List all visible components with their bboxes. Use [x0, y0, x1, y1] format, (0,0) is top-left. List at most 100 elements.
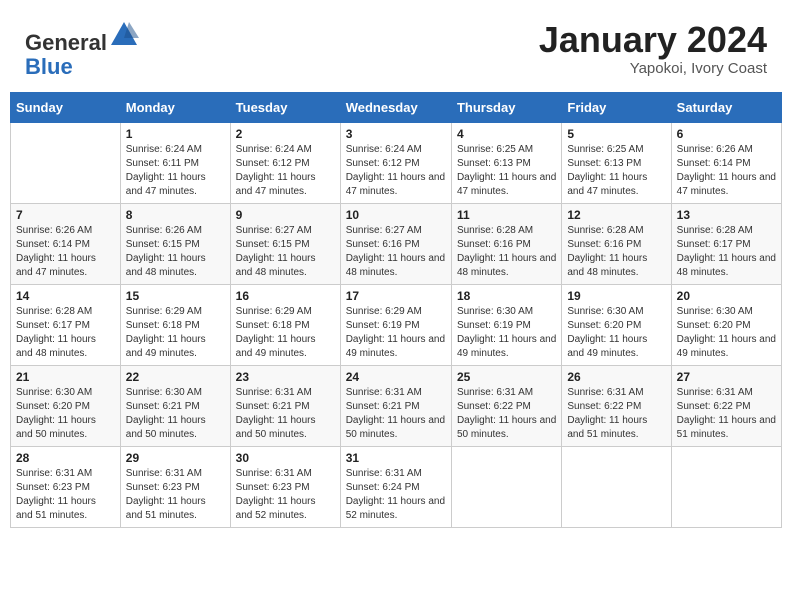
day-number: 2: [236, 127, 335, 141]
day-info: Sunrise: 6:31 AMSunset: 6:22 PMDaylight:…: [677, 386, 776, 442]
location: Yapokoi, Ivory Coast: [539, 60, 767, 77]
day-number: 9: [236, 208, 335, 222]
day-number: 10: [346, 208, 446, 222]
calendar-cell: 24 Sunrise: 6:31 AMSunset: 6:21 PMDayligh…: [340, 366, 451, 447]
page-header: General Blue January 2024 Yapokoi, Ivory…: [10, 10, 782, 84]
logo: General Blue: [25, 20, 139, 79]
day-number: 24: [346, 370, 446, 384]
day-number: 7: [16, 208, 115, 222]
day-info: Sunrise: 6:30 AMSunset: 6:20 PMDaylight:…: [677, 305, 776, 361]
weekday-header: Friday: [562, 93, 671, 123]
day-number: 12: [567, 208, 665, 222]
day-number: 3: [346, 127, 446, 141]
calendar-week-row: 7 Sunrise: 6:26 AMSunset: 6:14 PMDaylight…: [11, 204, 782, 285]
calendar-cell: 26Sunrise: 6:31 AMSunset: 6:22 PMDayligh…: [562, 366, 671, 447]
day-info: Sunrise: 6:28 AMSunset: 6:17 PMDaylight:…: [16, 305, 115, 361]
day-number: 4: [457, 127, 556, 141]
day-info: Sunrise: 6:29 AMSunset: 6:18 PMDaylight:…: [236, 305, 335, 361]
day-info: Sunrise: 6:26 AMSunset: 6:14 PMDaylight:…: [16, 224, 115, 280]
day-info: Sunrise: 6:29 AMSunset: 6:19 PMDaylight:…: [346, 305, 446, 361]
weekday-header: Thursday: [451, 93, 561, 123]
calendar-cell: 3 Sunrise: 6:24 AMSunset: 6:12 PMDaylight…: [340, 123, 451, 204]
weekday-header: Wednesday: [340, 93, 451, 123]
day-number: 1: [126, 127, 225, 141]
calendar-cell: 20 Sunrise: 6:30 AMSunset: 6:20 PMDayligh…: [671, 285, 781, 366]
day-number: 8: [126, 208, 225, 222]
calendar-cell: [11, 123, 121, 204]
calendar-cell: 2 Sunrise: 6:24 AMSunset: 6:12 PMDaylight…: [230, 123, 340, 204]
day-info: Sunrise: 6:31 AMSunset: 6:22 PMDaylight:…: [567, 386, 665, 442]
calendar-table: SundayMondayTuesdayWednesdayThursdayFrid…: [10, 92, 782, 528]
calendar-week-row: 28 Sunrise: 6:31 AMSunset: 6:23 PMDayligh…: [11, 447, 782, 528]
day-info: Sunrise: 6:24 AMSunset: 6:11 PMDaylight:…: [126, 143, 225, 199]
logo-blue: Blue: [25, 54, 73, 79]
day-number: 31: [346, 451, 446, 465]
day-info: Sunrise: 6:28 AMSunset: 6:16 PMDaylight:…: [567, 224, 665, 280]
day-number: 17: [346, 289, 446, 303]
day-info: Sunrise: 6:31 AMSunset: 6:21 PMDaylight:…: [236, 386, 335, 442]
day-info: Sunrise: 6:31 AMSunset: 6:23 PMDaylight:…: [236, 467, 335, 523]
calendar-cell: 7 Sunrise: 6:26 AMSunset: 6:14 PMDaylight…: [11, 204, 121, 285]
day-number: 11: [457, 208, 556, 222]
day-number: 23: [236, 370, 335, 384]
day-number: 16: [236, 289, 335, 303]
calendar-cell: 16 Sunrise: 6:29 AMSunset: 6:18 PMDayligh…: [230, 285, 340, 366]
day-number: 5: [567, 127, 665, 141]
logo-general: General: [25, 30, 107, 55]
day-info: Sunrise: 6:27 AMSunset: 6:16 PMDaylight:…: [346, 224, 446, 280]
calendar-cell: 13Sunrise: 6:28 AMSunset: 6:17 PMDayligh…: [671, 204, 781, 285]
calendar-cell: 11 Sunrise: 6:28 AMSunset: 6:16 PMDayligh…: [451, 204, 561, 285]
day-number: 28: [16, 451, 115, 465]
title-block: January 2024 Yapokoi, Ivory Coast: [539, 20, 767, 77]
day-info: Sunrise: 6:30 AMSunset: 6:19 PMDaylight:…: [457, 305, 556, 361]
calendar-cell: 12 Sunrise: 6:28 AMSunset: 6:16 PMDayligh…: [562, 204, 671, 285]
day-number: 25: [457, 370, 556, 384]
day-info: Sunrise: 6:28 AMSunset: 6:16 PMDaylight:…: [457, 224, 556, 280]
calendar-cell: 25 Sunrise: 6:31 AMSunset: 6:22 PMDayligh…: [451, 366, 561, 447]
day-info: Sunrise: 6:24 AMSunset: 6:12 PMDaylight:…: [346, 143, 446, 199]
day-info: Sunrise: 6:30 AMSunset: 6:21 PMDaylight:…: [126, 386, 225, 442]
calendar-cell: [671, 447, 781, 528]
calendar-cell: 17 Sunrise: 6:29 AMSunset: 6:19 PMDayligh…: [340, 285, 451, 366]
day-info: Sunrise: 6:25 AMSunset: 6:13 PMDaylight:…: [567, 143, 665, 199]
day-number: 15: [126, 289, 225, 303]
day-number: 13: [677, 208, 776, 222]
calendar-cell: 8 Sunrise: 6:26 AMSunset: 6:15 PMDaylight…: [120, 204, 230, 285]
day-info: Sunrise: 6:31 AMSunset: 6:22 PMDaylight:…: [457, 386, 556, 442]
calendar-cell: 30 Sunrise: 6:31 AMSunset: 6:23 PMDayligh…: [230, 447, 340, 528]
day-info: Sunrise: 6:31 AMSunset: 6:23 PMDaylight:…: [16, 467, 115, 523]
calendar-cell: [562, 447, 671, 528]
month-title: January 2024: [539, 20, 767, 60]
day-info: Sunrise: 6:31 AMSunset: 6:24 PMDaylight:…: [346, 467, 446, 523]
day-number: 6: [677, 127, 776, 141]
logo-icon: [109, 20, 139, 50]
calendar-cell: 23 Sunrise: 6:31 AMSunset: 6:21 PMDayligh…: [230, 366, 340, 447]
day-info: Sunrise: 6:27 AMSunset: 6:15 PMDaylight:…: [236, 224, 335, 280]
day-number: 14: [16, 289, 115, 303]
day-number: 30: [236, 451, 335, 465]
calendar-cell: 31 Sunrise: 6:31 AMSunset: 6:24 PMDayligh…: [340, 447, 451, 528]
calendar-week-row: 1 Sunrise: 6:24 AMSunset: 6:11 PMDaylight…: [11, 123, 782, 204]
calendar-cell: 21Sunrise: 6:30 AMSunset: 6:20 PMDayligh…: [11, 366, 121, 447]
day-info: Sunrise: 6:24 AMSunset: 6:12 PMDaylight:…: [236, 143, 335, 199]
day-info: Sunrise: 6:30 AMSunset: 6:20 PMDaylight:…: [16, 386, 115, 442]
day-info: Sunrise: 6:31 AMSunset: 6:23 PMDaylight:…: [126, 467, 225, 523]
calendar-cell: [451, 447, 561, 528]
calendar-cell: 10 Sunrise: 6:27 AMSunset: 6:16 PMDayligh…: [340, 204, 451, 285]
weekday-header: Sunday: [11, 93, 121, 123]
calendar-cell: 6 Sunrise: 6:26 AMSunset: 6:14 PMDaylight…: [671, 123, 781, 204]
day-info: Sunrise: 6:25 AMSunset: 6:13 PMDaylight:…: [457, 143, 556, 199]
weekday-header: Saturday: [671, 93, 781, 123]
day-info: Sunrise: 6:29 AMSunset: 6:18 PMDaylight:…: [126, 305, 225, 361]
day-number: 27: [677, 370, 776, 384]
calendar-cell: 1 Sunrise: 6:24 AMSunset: 6:11 PMDaylight…: [120, 123, 230, 204]
day-info: Sunrise: 6:26 AMSunset: 6:14 PMDaylight:…: [677, 143, 776, 199]
day-info: Sunrise: 6:26 AMSunset: 6:15 PMDaylight:…: [126, 224, 225, 280]
weekday-header: Tuesday: [230, 93, 340, 123]
day-info: Sunrise: 6:31 AMSunset: 6:21 PMDaylight:…: [346, 386, 446, 442]
calendar-cell: 9 Sunrise: 6:27 AMSunset: 6:15 PMDaylight…: [230, 204, 340, 285]
calendar-cell: 5 Sunrise: 6:25 AMSunset: 6:13 PMDaylight…: [562, 123, 671, 204]
calendar-cell: 14 Sunrise: 6:28 AMSunset: 6:17 PMDayligh…: [11, 285, 121, 366]
day-number: 19: [567, 289, 665, 303]
day-number: 20: [677, 289, 776, 303]
